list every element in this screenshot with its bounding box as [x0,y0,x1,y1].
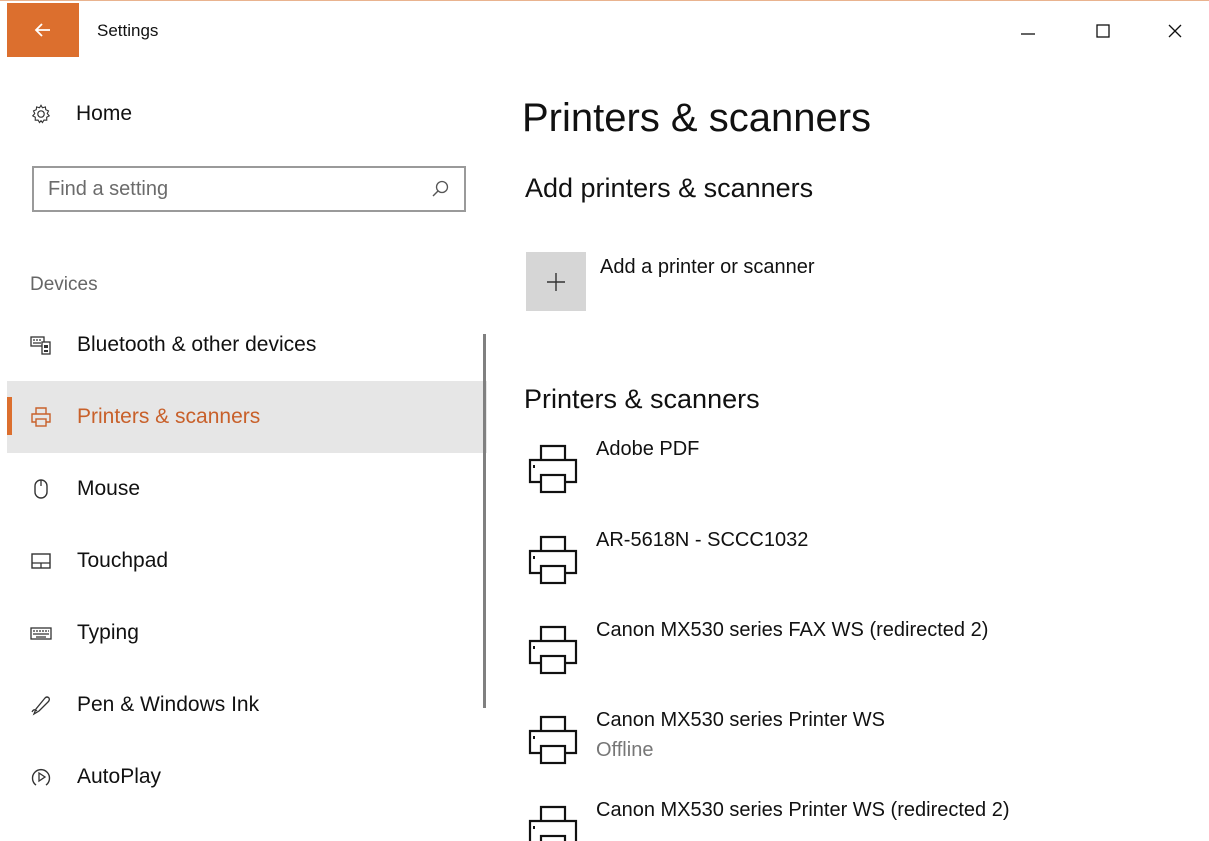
sidebar: Home Devices Bluetooth & other devices [0,58,490,841]
sidebar-scrollbar[interactable] [483,334,486,708]
sidebar-item-label: Printers & scanners [77,405,261,428]
printer-icon [528,444,578,494]
section-label-devices: Devices [30,274,98,295]
sidebar-item-label: Typing [77,621,139,644]
printers-list-title: Printers & scanners [524,384,760,414]
keyboard-icon [29,621,53,645]
mouse-icon [29,477,53,501]
gear-icon [31,104,51,124]
home-link[interactable]: Home [30,102,132,126]
search-input[interactable] [48,177,430,201]
bluetooth-devices-icon [29,333,53,357]
add-section-title: Add printers & scanners [525,173,814,203]
add-printer-label[interactable]: Add a printer or scanner [600,256,815,279]
sidebar-item-autoplay[interactable]: AutoPlay [7,741,487,813]
touchpad-icon [29,549,53,573]
printer-item[interactable]: Canon MX530 series Printer WS (redirecte… [526,799,1126,841]
printer-icon [528,805,578,841]
page-title: Printers & scanners [522,96,872,140]
title-bar: Settings [0,0,1209,58]
add-printer-button[interactable] [526,252,586,311]
printer-name: Canon MX530 series Printer WS [596,709,886,731]
search-icon[interactable] [430,179,450,199]
printer-name: Canon MX530 series FAX WS (redirected 2) [596,619,989,641]
sidebar-item-label: Touchpad [77,549,169,572]
back-arrow-icon [34,23,50,37]
sidebar-nav: Bluetooth & other devices Printers & sca… [7,309,487,813]
sidebar-item-touchpad[interactable]: Touchpad [7,525,487,597]
minimize-button[interactable] [1006,11,1050,51]
sidebar-item-label: Pen & Windows Ink [77,693,260,716]
sidebar-item-mouse[interactable]: Mouse [7,453,487,525]
pen-icon [29,693,53,717]
close-button[interactable] [1153,11,1197,51]
close-icon [1168,24,1182,38]
printer-name: Canon MX530 series Printer WS (redirecte… [596,799,1010,821]
back-button[interactable] [7,3,79,57]
maximize-button[interactable] [1081,11,1125,51]
printer-icon [528,715,578,765]
sidebar-item-typing[interactable]: Typing [7,597,487,669]
printer-item[interactable]: Canon MX530 series FAX WS (redirected 2) [526,619,1126,699]
maximize-icon [1096,24,1110,38]
printer-icon [29,405,53,429]
search-box[interactable] [32,166,466,212]
printer-name: AR-5618N - SCCC1032 [596,529,809,551]
sidebar-item-pen[interactable]: Pen & Windows Ink [7,669,487,741]
main-content: Printers & scanners Add printers & scann… [520,58,1200,841]
home-label: Home [76,102,133,125]
sidebar-item-label: Bluetooth & other devices [77,333,317,356]
sidebar-item-label: AutoPlay [77,765,162,788]
printer-item[interactable]: AR-5618N - SCCC1032 [526,529,1126,609]
printer-item[interactable]: Canon MX530 series Printer WS Offline [526,709,1126,789]
printer-status: Offline [596,739,654,761]
sidebar-item-label: Mouse [77,477,141,500]
printer-icon [528,625,578,675]
sidebar-item-printers[interactable]: Printers & scanners [7,381,487,453]
autoplay-icon [29,765,53,789]
sidebar-item-bluetooth[interactable]: Bluetooth & other devices [7,309,487,381]
printer-item[interactable]: Adobe PDF [526,438,1126,518]
printer-icon [528,535,578,585]
printer-name: Adobe PDF [596,438,700,460]
window-title: Settings [97,21,159,40]
minimize-icon [1021,33,1035,35]
plus-icon [547,272,565,291]
